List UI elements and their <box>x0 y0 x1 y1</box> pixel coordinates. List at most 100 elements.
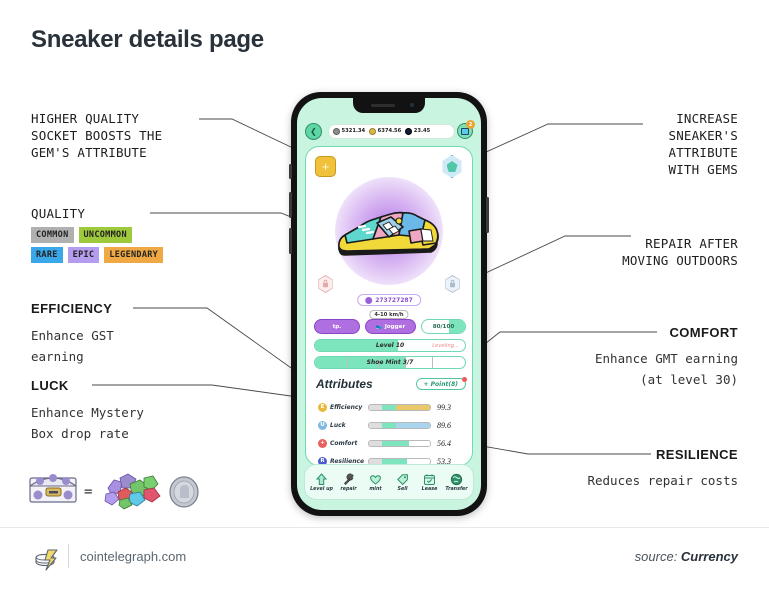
mint-progress-bar[interactable]: Shoe Mint 3/7 <box>314 356 466 369</box>
annotation-gems-line-3: WITH GEMS <box>668 162 738 177</box>
nav-label-sell: Sell <box>397 487 408 492</box>
dark-coin-icon <box>405 127 413 135</box>
attribute-row-comfort[interactable]: + Comfort 56.4 <box>318 435 468 451</box>
level-progress-bar[interactable]: Level 10 Leveling... <box>314 339 466 352</box>
gold-coin-icon <box>369 127 377 135</box>
annotation-gems: INCREASE SNEAKER'S ATTRIBUTE WITH GEMS <box>508 110 738 178</box>
quality-badge-row-1: COMMON UNCOMMON <box>31 227 231 243</box>
attribute-row-efficiency[interactable]: E Efficiency 99.3 <box>318 399 468 415</box>
gem-socket-bottom-right[interactable] <box>444 275 461 293</box>
wallet-button[interactable]: 2 <box>457 120 475 139</box>
phone-volume-down-button <box>289 228 292 254</box>
phone-volume-up-button <box>289 192 292 218</box>
bottom-nav-bar: Level up repair mint Sell Lease Transfer <box>304 464 474 500</box>
nav-label-level-up: Level up <box>310 487 333 492</box>
luck-bar <box>368 421 431 429</box>
annotation-resilience-heading: RESILIENCE <box>655 447 738 462</box>
shoe-id-icon <box>365 296 373 304</box>
earpiece-speaker <box>371 104 395 107</box>
attribute-row-luck[interactable]: U Luck 89.6 <box>318 417 468 433</box>
quality-badge-epic: EPIC <box>67 247 100 263</box>
attributes-title: Attributes <box>316 377 373 391</box>
nav-label-transfer: Transfer <box>445 487 468 492</box>
balance-item-gst: 5321.34 <box>333 127 366 135</box>
annotation-comfort-line-0: Enhance GMT earning <box>595 351 738 366</box>
nav-label-repair: repair <box>340 487 357 492</box>
annotation-comfort-line-1: (at level 30) <box>640 372 738 387</box>
luck-value: 89.6 <box>437 420 451 430</box>
calendar-icon <box>423 472 436 486</box>
point-notification-dot <box>462 377 467 382</box>
quality-badge-rare: RARE <box>31 247 63 263</box>
equals-sign: = <box>84 484 92 500</box>
annotation-efficiency-line-1: earning <box>31 349 84 364</box>
balance-value-gmt: 6374.56 <box>377 128 402 134</box>
wrench-icon <box>342 472 355 486</box>
quality-badge-legendary: LEGENDARY <box>104 247 164 263</box>
gem-socket-bottom-left[interactable] <box>317 275 334 293</box>
page-title: Sneaker details page <box>31 26 264 53</box>
durability-pill[interactable]: 80/100 <box>420 319 466 334</box>
phone-mute-switch <box>289 164 292 179</box>
shoe-id-pill[interactable]: 273727287 <box>357 294 421 306</box>
gems-icon <box>104 473 161 510</box>
stat-pill-row: tp. 👟 Jogger 80/100 <box>314 319 466 334</box>
annotation-gems-line-2: ATTRIBUTE <box>668 145 738 160</box>
nav-item-level-up[interactable]: Level up <box>308 472 335 492</box>
phone-notch <box>353 98 425 113</box>
nav-item-sell[interactable]: Sell <box>389 472 416 492</box>
annotation-repair-line-1: MOVING OUTDOORS <box>622 253 738 268</box>
balance-value-gst: 5321.34 <box>341 128 366 134</box>
footer-divider-line <box>0 527 769 528</box>
footer-url[interactable]: cointelegraph.com <box>80 549 186 564</box>
annotation-comfort-heading: COMFORT <box>669 325 738 340</box>
gray-coin-icon <box>333 127 340 135</box>
mint-label: Shoe Mint 3/7 <box>366 359 414 366</box>
sneaker-image[interactable] <box>333 203 445 259</box>
treasure-chest-icon <box>29 474 77 503</box>
shoe-type-pill[interactable]: tp. <box>314 319 361 334</box>
nav-item-lease[interactable]: Lease <box>416 472 443 492</box>
gem-socket-top-right[interactable] <box>442 155 462 178</box>
annotation-comfort: COMFORT Enhance GMT earning (at level 30… <box>488 324 738 390</box>
annotation-repair-line-0: REPAIR AFTER <box>645 236 738 251</box>
footer-source-prefix: source: <box>634 549 681 564</box>
balance-item-gmt: 6374.56 <box>369 127 402 135</box>
shoe-icon: 👟 <box>375 323 383 330</box>
annotation-socket-line-2: GEM'S ATTRIBUTE <box>31 145 147 160</box>
annotation-resilience: RESILIENCE Reduces repair costs <box>488 446 738 491</box>
front-camera <box>410 103 414 107</box>
shoe-id-value: 273727287 <box>375 296 413 304</box>
annotation-luck-line-0: Enhance Mystery <box>31 405 144 420</box>
annotation-efficiency-line-0: Enhance GST <box>31 328 114 343</box>
balance-pill[interactable]: 5321.34 6374.56 23.45 <box>328 123 455 139</box>
annotation-socket: HIGHER QUALITY SOCKET BOOSTS THE GEM'S A… <box>31 110 162 161</box>
nav-item-repair[interactable]: repair <box>335 472 362 492</box>
speed-range-tag: 4-10 km/h <box>369 310 409 319</box>
luck-icon: U <box>318 420 327 430</box>
comfort-value: 56.4 <box>437 438 451 448</box>
annotation-efficiency-heading: EFFICIENCY <box>31 301 113 316</box>
comfort-icon: + <box>318 438 327 448</box>
shoe-class-pill[interactable]: 👟 Jogger <box>365 319 416 334</box>
heart-icon <box>369 472 382 486</box>
silver-coin-icon <box>169 476 199 508</box>
gem-socket-top-left[interactable]: + <box>315 156 336 177</box>
add-point-button[interactable]: + Point(8) <box>415 377 467 390</box>
globe-icon <box>450 472 463 486</box>
app-status-row: ❮ 5321.34 6374.56 23.45 2 <box>297 120 481 140</box>
back-button[interactable]: ❮ <box>305 122 322 140</box>
nav-item-transfer[interactable]: Transfer <box>443 472 470 492</box>
nav-label-lease: Lease <box>421 487 438 492</box>
footer-source: source: Currency <box>635 549 738 564</box>
annotation-gems-line-0: INCREASE <box>676 111 738 126</box>
annotation-luck: LUCK Enhance Mystery Box drop rate <box>31 377 144 444</box>
annotation-socket-line-0: HIGHER QUALITY <box>31 111 140 126</box>
efficiency-bar <box>368 403 431 411</box>
nav-item-mint[interactable]: mint <box>362 472 389 492</box>
shoe-type-label: tp. <box>332 323 342 330</box>
mystery-box-illustration: = <box>29 473 199 510</box>
quality-badge-row-2: RARE EPIC LEGENDARY <box>31 247 231 263</box>
wallet-notification-badge: 2 <box>466 120 475 129</box>
shoe-class-label: Jogger <box>384 323 406 330</box>
